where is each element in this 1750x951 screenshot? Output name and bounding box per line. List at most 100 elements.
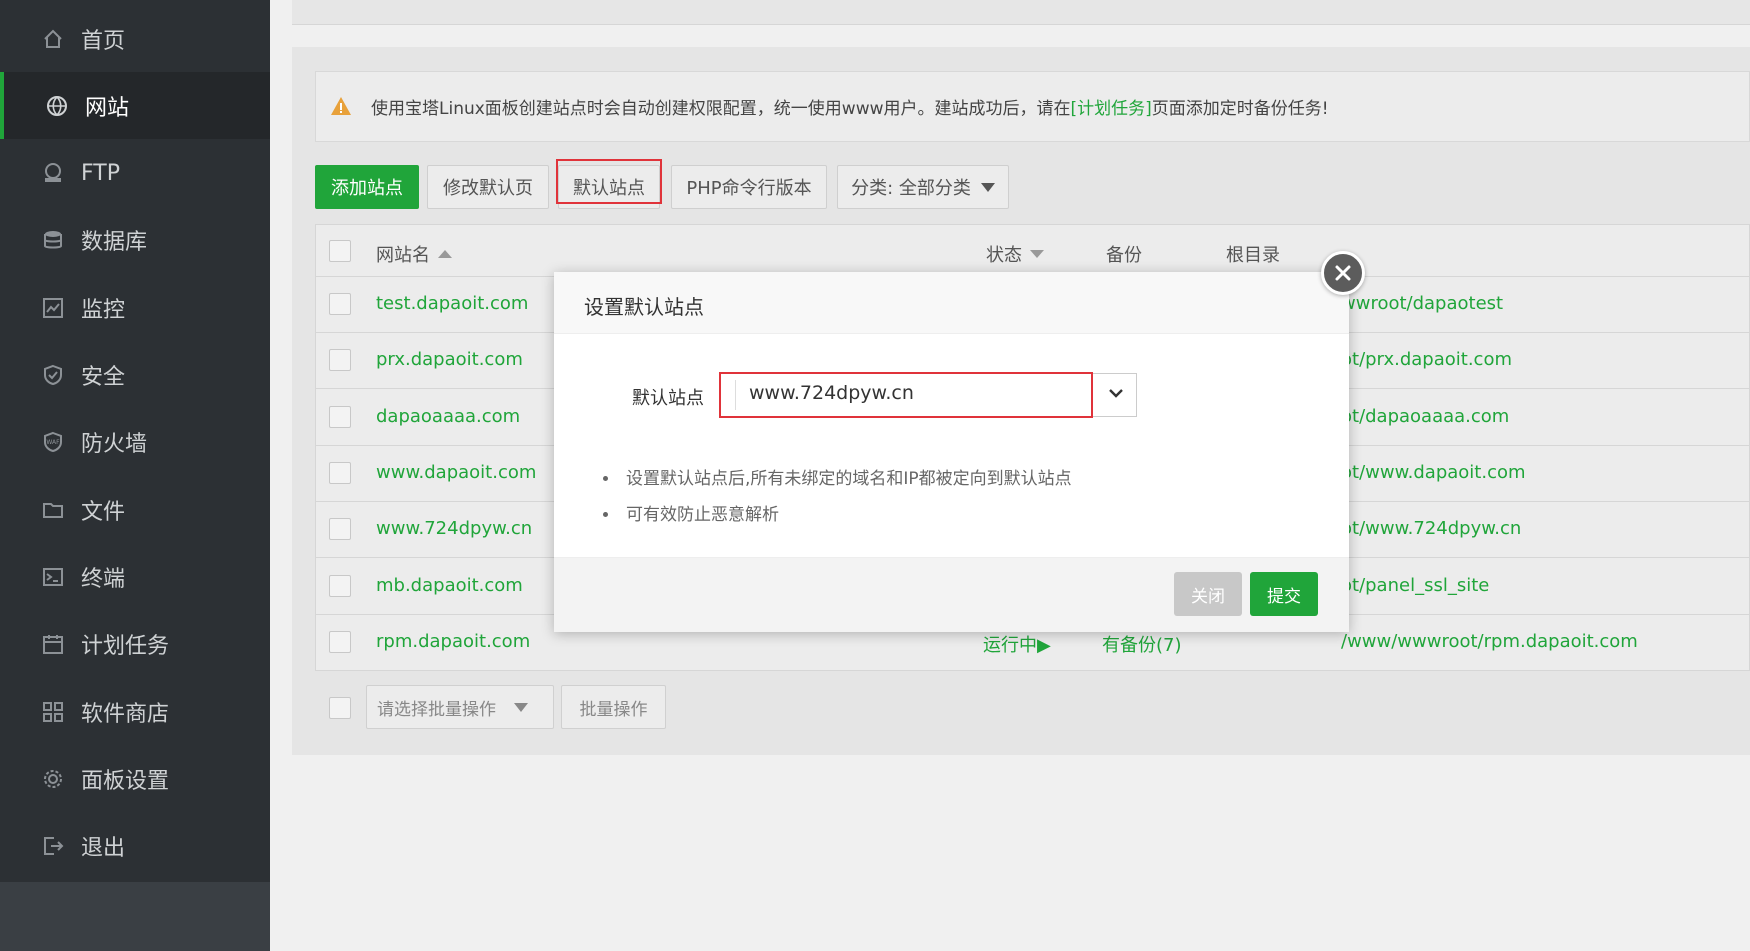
bulk-select-checkbox[interactable]: [329, 697, 351, 719]
col-site-name-label: 网站名: [376, 245, 430, 266]
site-root-path[interactable]: ot/panel_ssl_site: [1341, 575, 1489, 596]
sidebar-item-label: 监控: [81, 297, 126, 323]
col-status-label: 状态: [986, 245, 1022, 266]
dialog-footer: 关闭 提交: [554, 557, 1349, 632]
svg-text:WAF: WAF: [46, 439, 60, 446]
top-panel-strip: [292, 0, 1750, 25]
sidebar-item[interactable]: 数据库: [0, 207, 270, 274]
col-backup-label: 备份: [1106, 245, 1142, 266]
row-checkbox[interactable]: [329, 574, 351, 597]
select-highlight: [719, 372, 1093, 418]
sidebar-item[interactable]: 文件: [0, 476, 270, 543]
row-checkbox[interactable]: [329, 461, 351, 484]
sort-desc-icon: [1030, 250, 1044, 258]
site-status[interactable]: 运行中▶: [983, 631, 1051, 657]
sidebar-item-label: 首页: [81, 28, 126, 54]
sidebar-item-label: 计划任务: [81, 634, 170, 660]
col-root-label: 根目录: [1226, 245, 1280, 266]
database-icon: [41, 228, 65, 252]
site-root-path[interactable]: /www/wwwroot/rpm.dapaoit.com: [1341, 631, 1638, 652]
sidebar-item-label: 退出: [81, 836, 126, 862]
default-site-label: 默认站点: [632, 388, 704, 409]
sidebar-item-label: 安全: [81, 365, 126, 390]
site-name-link[interactable]: www.724dpyw.cn: [376, 518, 532, 539]
site-name-link[interactable]: www.dapaoit.com: [376, 462, 536, 483]
bulk-action-button[interactable]: 批量操作: [561, 685, 666, 729]
sidebar-item-label: 面板设置: [81, 768, 170, 794]
sidebar-item[interactable]: 首页: [0, 5, 270, 72]
tip-item: 可有效防止恶意解析: [620, 497, 1072, 533]
row-checkbox[interactable]: [329, 349, 351, 372]
chevron-down-icon[interactable]: [1108, 384, 1124, 403]
sidebar-item-label: 数据库: [81, 230, 148, 256]
sidebar-item[interactable]: 退出: [0, 813, 270, 880]
site-name-link[interactable]: test.dapaoit.com: [376, 293, 528, 314]
notice-prefix: 使用宝塔Linux面板创建站点时会自动创建权限配置，统一使用www用户。建站成功…: [371, 99, 1071, 119]
col-root: 根目录: [1226, 241, 1280, 267]
dialog-title: 设置默认站点: [584, 295, 704, 319]
table-header: 网站名 状态 备份 根目录: [316, 225, 1750, 277]
row-checkbox[interactable]: [329, 518, 351, 541]
sidebar-item-label: 网站: [85, 95, 130, 121]
sidebar-item[interactable]: 终端: [0, 543, 270, 610]
sidebar-nav: 首页网站 FTP 数据库监控安全 WAF 防火墙文件终端计划任务软件商店面板设置退出: [0, 0, 270, 882]
site-root-path[interactable]: ot/dapaoaaaa.com: [1341, 406, 1509, 427]
warning-icon: [330, 96, 352, 121]
site-root-path[interactable]: ot/prx.dapaoit.com: [1341, 349, 1512, 370]
sidebar-item[interactable]: 监控: [0, 274, 270, 341]
col-status[interactable]: 状态: [986, 241, 1044, 267]
ftp-icon: [41, 161, 65, 185]
folder-icon: [41, 498, 65, 522]
tip-item: 设置默认站点后,所有未绑定的域名和IP都被定向到默认站点: [620, 461, 1072, 497]
sidebar-item[interactable]: 软件商店: [0, 678, 270, 745]
sort-asc-icon: [438, 250, 452, 258]
sidebar-item-label: 防火墙: [81, 432, 148, 458]
close-icon[interactable]: [1321, 251, 1365, 295]
bulk-select-label: 请选择批量操作: [377, 699, 496, 720]
site-backup[interactable]: 有备份(7): [1102, 631, 1182, 657]
col-site-name[interactable]: 网站名: [376, 241, 452, 267]
site-name-link[interactable]: prx.dapaoit.com: [376, 349, 523, 370]
sidebar-item[interactable]: WAF 防火墙: [0, 409, 270, 476]
sidebar-item[interactable]: FTP: [0, 140, 270, 207]
sidebar-item[interactable]: 安全: [0, 342, 270, 409]
sidebar-item[interactable]: 计划任务: [0, 611, 270, 678]
site-name-link[interactable]: dapaoaaaa.com: [376, 406, 520, 427]
edit-default-page-button[interactable]: 修改默认页: [427, 165, 549, 209]
site-name-link[interactable]: rpm.dapaoit.com: [376, 631, 530, 652]
submit-button[interactable]: 提交: [1250, 572, 1318, 616]
home-icon: [41, 27, 65, 51]
sidebar-item[interactable]: 面板设置: [0, 745, 270, 812]
site-root-path[interactable]: wwroot/dapaotest: [1341, 293, 1503, 314]
monitor-icon: [41, 296, 65, 320]
site-root-path[interactable]: ot/www.724dpyw.cn: [1341, 518, 1521, 539]
add-site-button[interactable]: 添加站点: [315, 165, 419, 209]
dialog-header: 设置默认站点: [554, 272, 1349, 334]
site-root-path[interactable]: ot/www.dapaoit.com: [1341, 462, 1526, 483]
php-cli-version-button[interactable]: PHP命令行版本: [671, 165, 827, 209]
sidebar-item-label: 软件商店: [81, 701, 170, 727]
bulk-action-select[interactable]: 请选择批量操作: [366, 685, 554, 729]
grid-icon: [41, 700, 65, 724]
sidebar-item[interactable]: 网站: [0, 72, 270, 140]
cron-task-link[interactable]: [计划任务]: [1071, 99, 1152, 119]
sidebar-item-label: FTP: [81, 160, 120, 186]
category-dropdown[interactable]: 分类: 全部分类: [837, 165, 1009, 209]
row-checkbox[interactable]: [329, 630, 351, 653]
globe-icon: [45, 94, 69, 118]
logout-icon: [41, 834, 65, 858]
notice-text: 使用宝塔Linux面板创建站点时会自动创建权限配置，统一使用www用户。建站成功…: [371, 94, 1329, 119]
row-checkbox[interactable]: [329, 405, 351, 428]
caret-down-icon: [514, 702, 528, 712]
site-name-link[interactable]: mb.dapaoit.com: [376, 575, 523, 596]
row-checkbox[interactable]: [329, 293, 351, 315]
gear-icon: [41, 767, 65, 791]
col-backup: 备份: [1106, 241, 1142, 267]
terminal-icon: [41, 565, 65, 589]
waf-shield-icon: WAF: [41, 430, 65, 454]
default-site-dialog: 设置默认站点 默认站点 www.724dpyw.cn 设置默认站点后,所有未绑定…: [554, 272, 1349, 632]
sidebar-item-label: 终端: [81, 566, 126, 592]
category-label: 分类: 全部分类: [851, 178, 971, 199]
select-all-checkbox[interactable]: [329, 240, 351, 262]
close-button[interactable]: 关闭: [1174, 572, 1242, 616]
